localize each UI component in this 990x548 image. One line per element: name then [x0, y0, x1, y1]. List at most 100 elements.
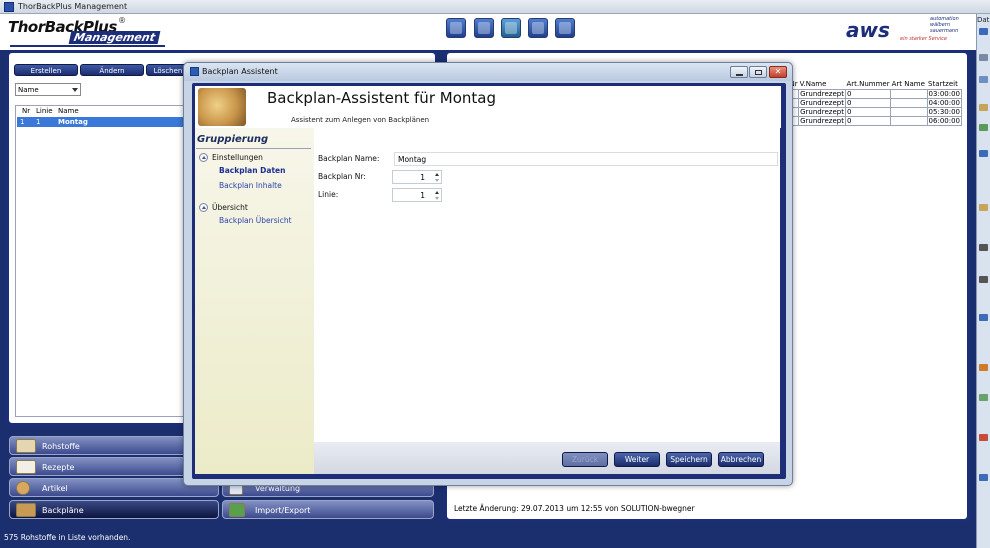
- dialog-form-area: [314, 128, 780, 442]
- window-title: ThorBackPlus Management: [18, 2, 128, 11]
- strip-icon: [979, 244, 988, 251]
- sidebar-item-backplan-uebersicht[interactable]: Backplan Übersicht: [219, 216, 292, 225]
- nav-label: Artikel: [42, 484, 68, 493]
- collapse-icon[interactable]: [199, 153, 208, 162]
- sort-select-value: Name: [18, 86, 39, 94]
- minimize-icon: [736, 74, 743, 76]
- collapse-icon[interactable]: [199, 203, 208, 212]
- column-header-name[interactable]: Name: [58, 106, 79, 116]
- nav-backplaene[interactable]: Backpläne: [9, 500, 219, 519]
- column-header-artname[interactable]: Art Name: [890, 80, 928, 90]
- cell-artname: [890, 115, 928, 126]
- strip-icon: [979, 364, 988, 371]
- column-header-vname[interactable]: V.Name: [798, 80, 846, 90]
- cell-start: 05:30:00: [926, 106, 963, 117]
- linie-stepper[interactable]: 1: [392, 188, 442, 202]
- strip-icon: [979, 28, 988, 35]
- sidebar-item-backplan-inhalte[interactable]: Backplan Inhalte: [219, 181, 282, 190]
- app-header: ThorBackPlus ® Management aws automation…: [0, 14, 976, 50]
- create-button[interactable]: Erstellen: [14, 64, 78, 76]
- vendor-tagline: automation wälbern sauermann: [930, 16, 959, 34]
- column-header-startzeit[interactable]: Startzeit: [927, 80, 962, 90]
- backplan-nr-stepper[interactable]: 1: [392, 170, 442, 184]
- import-export-icon: [229, 503, 245, 517]
- table-row[interactable]: Grundrezept 0 06:00:00: [787, 115, 963, 126]
- cell-vname: Grundrezept: [798, 97, 846, 108]
- side-strip: [976, 14, 990, 548]
- chevron-up-icon[interactable]: [435, 173, 439, 176]
- book-icon: [16, 460, 36, 474]
- nav-label: Import/Export: [255, 506, 311, 515]
- backplan-name-label: Backplan Name:: [318, 154, 380, 163]
- cell-name: Montag: [58, 118, 88, 126]
- nav-label: Rezepte: [42, 463, 75, 472]
- chevron-down-icon[interactable]: [435, 179, 439, 182]
- strip-icon: [979, 434, 988, 441]
- dialog-titlebar[interactable]: Backplan Assistent ✕: [184, 63, 792, 81]
- nav-import-export[interactable]: Import/Export: [222, 500, 434, 519]
- back-button[interactable]: Zurück: [562, 452, 608, 467]
- computer-icon[interactable]: [555, 18, 575, 38]
- strip-icon: [979, 474, 988, 481]
- app-icon: [4, 2, 14, 12]
- cancel-button[interactable]: Abbrechen: [718, 452, 764, 467]
- cell-nr: 1: [20, 118, 25, 126]
- cell-artnr: 0: [844, 115, 892, 126]
- cell-start: 03:00:00: [926, 88, 963, 99]
- table-row[interactable]: Grundrezept 0 04:00:00: [787, 97, 963, 108]
- strip-icon: [979, 124, 988, 131]
- sidebar-section-einstellungen[interactable]: Einstellungen: [212, 153, 263, 162]
- sidebar-title: Gruppierung: [197, 134, 269, 145]
- cell-artname: [890, 88, 928, 99]
- nav-label: Rohstoffe: [42, 442, 80, 451]
- cell-start: 04:00:00: [926, 97, 963, 108]
- logo-registered-mark: ®: [118, 16, 126, 25]
- logo-management: Management: [68, 31, 161, 44]
- maximize-button[interactable]: [749, 66, 767, 78]
- maximize-icon: [755, 70, 762, 75]
- stepper-value: 1: [420, 173, 425, 182]
- close-button[interactable]: ✕: [769, 66, 787, 78]
- chevron-down-icon[interactable]: [435, 197, 439, 200]
- strip-icon: [979, 276, 988, 283]
- cell-vname: Grundrezept: [798, 106, 846, 117]
- strip-icon: [979, 314, 988, 321]
- next-button[interactable]: Weiter: [614, 452, 660, 467]
- strip-icon: [979, 204, 988, 211]
- close-icon: ✕: [774, 67, 782, 76]
- info-icon[interactable]: [474, 18, 494, 38]
- save-button[interactable]: Speichern: [666, 452, 712, 467]
- vendor-logo: aws: [846, 18, 890, 42]
- sort-select[interactable]: Name: [15, 83, 81, 96]
- strip-icon: [979, 150, 988, 157]
- backplan-nr-label: Backplan Nr:: [318, 172, 366, 181]
- strip-icon: [979, 54, 988, 61]
- dialog-sidebar: [195, 128, 315, 474]
- table-row[interactable]: Grundrezept 0 05:30:00: [787, 106, 963, 117]
- refresh-icon[interactable]: [501, 18, 521, 38]
- cell-artname: [890, 97, 928, 108]
- column-header-linie[interactable]: Linie: [36, 106, 53, 116]
- table-row[interactable]: Grundrezept 0 03:00:00: [787, 88, 963, 99]
- cookie-icon: [16, 481, 30, 495]
- dialog-subtitle: Assistent zum Anlegen von Backplänen: [291, 116, 430, 124]
- sidebar-section-uebersicht[interactable]: Übersicht: [212, 203, 248, 212]
- dough-icon: [16, 439, 36, 453]
- cell-artnr: 0: [844, 106, 892, 117]
- sidebar-item-backplan-daten[interactable]: Backplan Daten: [219, 166, 285, 175]
- nav-label: Backpläne: [42, 506, 84, 515]
- stepper-value: 1: [420, 191, 425, 200]
- edit-button[interactable]: Ändern: [80, 64, 144, 76]
- strip-label: Dat: [977, 16, 990, 24]
- minimize-button[interactable]: [730, 66, 748, 78]
- column-header-nr[interactable]: Nr: [22, 106, 30, 116]
- backplan-name-input[interactable]: Montag: [394, 152, 778, 166]
- last-change-info: Letzte Änderung: 29.07.2013 um 12:55 von…: [454, 504, 695, 513]
- table-row[interactable]: 1 1 Montag: [17, 117, 197, 127]
- globe-icon[interactable]: [528, 18, 548, 38]
- printer-icon[interactable]: [446, 18, 466, 38]
- chevron-up-icon[interactable]: [435, 191, 439, 194]
- strip-icon: [979, 104, 988, 111]
- column-header-artnummer[interactable]: Art.Nummer: [845, 80, 891, 90]
- cell-artname: [890, 106, 928, 117]
